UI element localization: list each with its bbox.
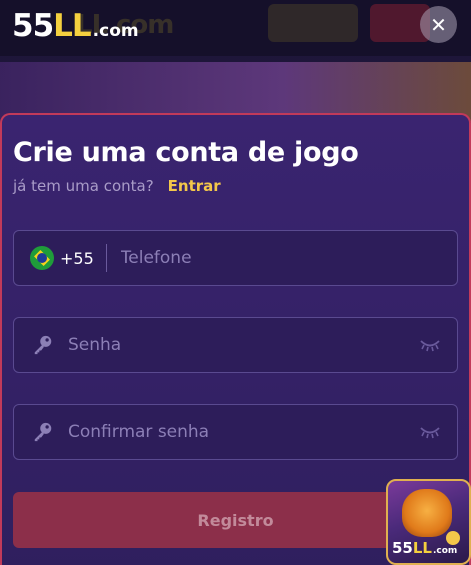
subtitle-text: já tem uma conta?	[13, 177, 154, 195]
promo-thumbnail[interactable]: 55 LL .com	[386, 479, 471, 565]
phone-field[interactable]: +55	[13, 230, 458, 286]
tiger-mascot-icon	[402, 489, 452, 537]
promo-logo-ll: LL	[412, 539, 432, 557]
brand-logo: 55 LL .com	[12, 8, 139, 44]
modal-subtitle: já tem uma conta? Entrar	[13, 177, 221, 195]
password-input[interactable]	[68, 318, 419, 372]
key-icon	[34, 422, 52, 442]
confirm-password-input[interactable]	[68, 405, 419, 459]
password-field[interactable]	[13, 317, 458, 373]
phone-input[interactable]	[120, 231, 457, 285]
brand-logo-number: 55	[12, 8, 54, 44]
eye-closed-icon[interactable]	[419, 425, 441, 439]
modal-title: Crie uma conta de jogo	[13, 137, 359, 168]
promo-logo: 55 LL .com	[392, 539, 457, 557]
close-icon: ✕	[430, 12, 447, 37]
confirm-password-field[interactable]	[13, 404, 458, 460]
promo-logo-domain: .com	[433, 546, 458, 556]
brand-logo-domain: .com	[92, 21, 139, 41]
login-link[interactable]: Entrar	[168, 177, 221, 195]
country-code[interactable]: +55	[60, 249, 94, 268]
brazil-flag-icon[interactable]	[30, 246, 54, 270]
phone-divider	[105, 244, 107, 272]
close-button[interactable]: ✕	[420, 6, 457, 43]
promo-logo-number: 55	[392, 539, 413, 557]
brand-logo-ll: LL	[53, 8, 92, 44]
key-icon	[34, 335, 52, 355]
eye-closed-icon[interactable]	[419, 338, 441, 352]
background-login-button	[268, 4, 358, 42]
